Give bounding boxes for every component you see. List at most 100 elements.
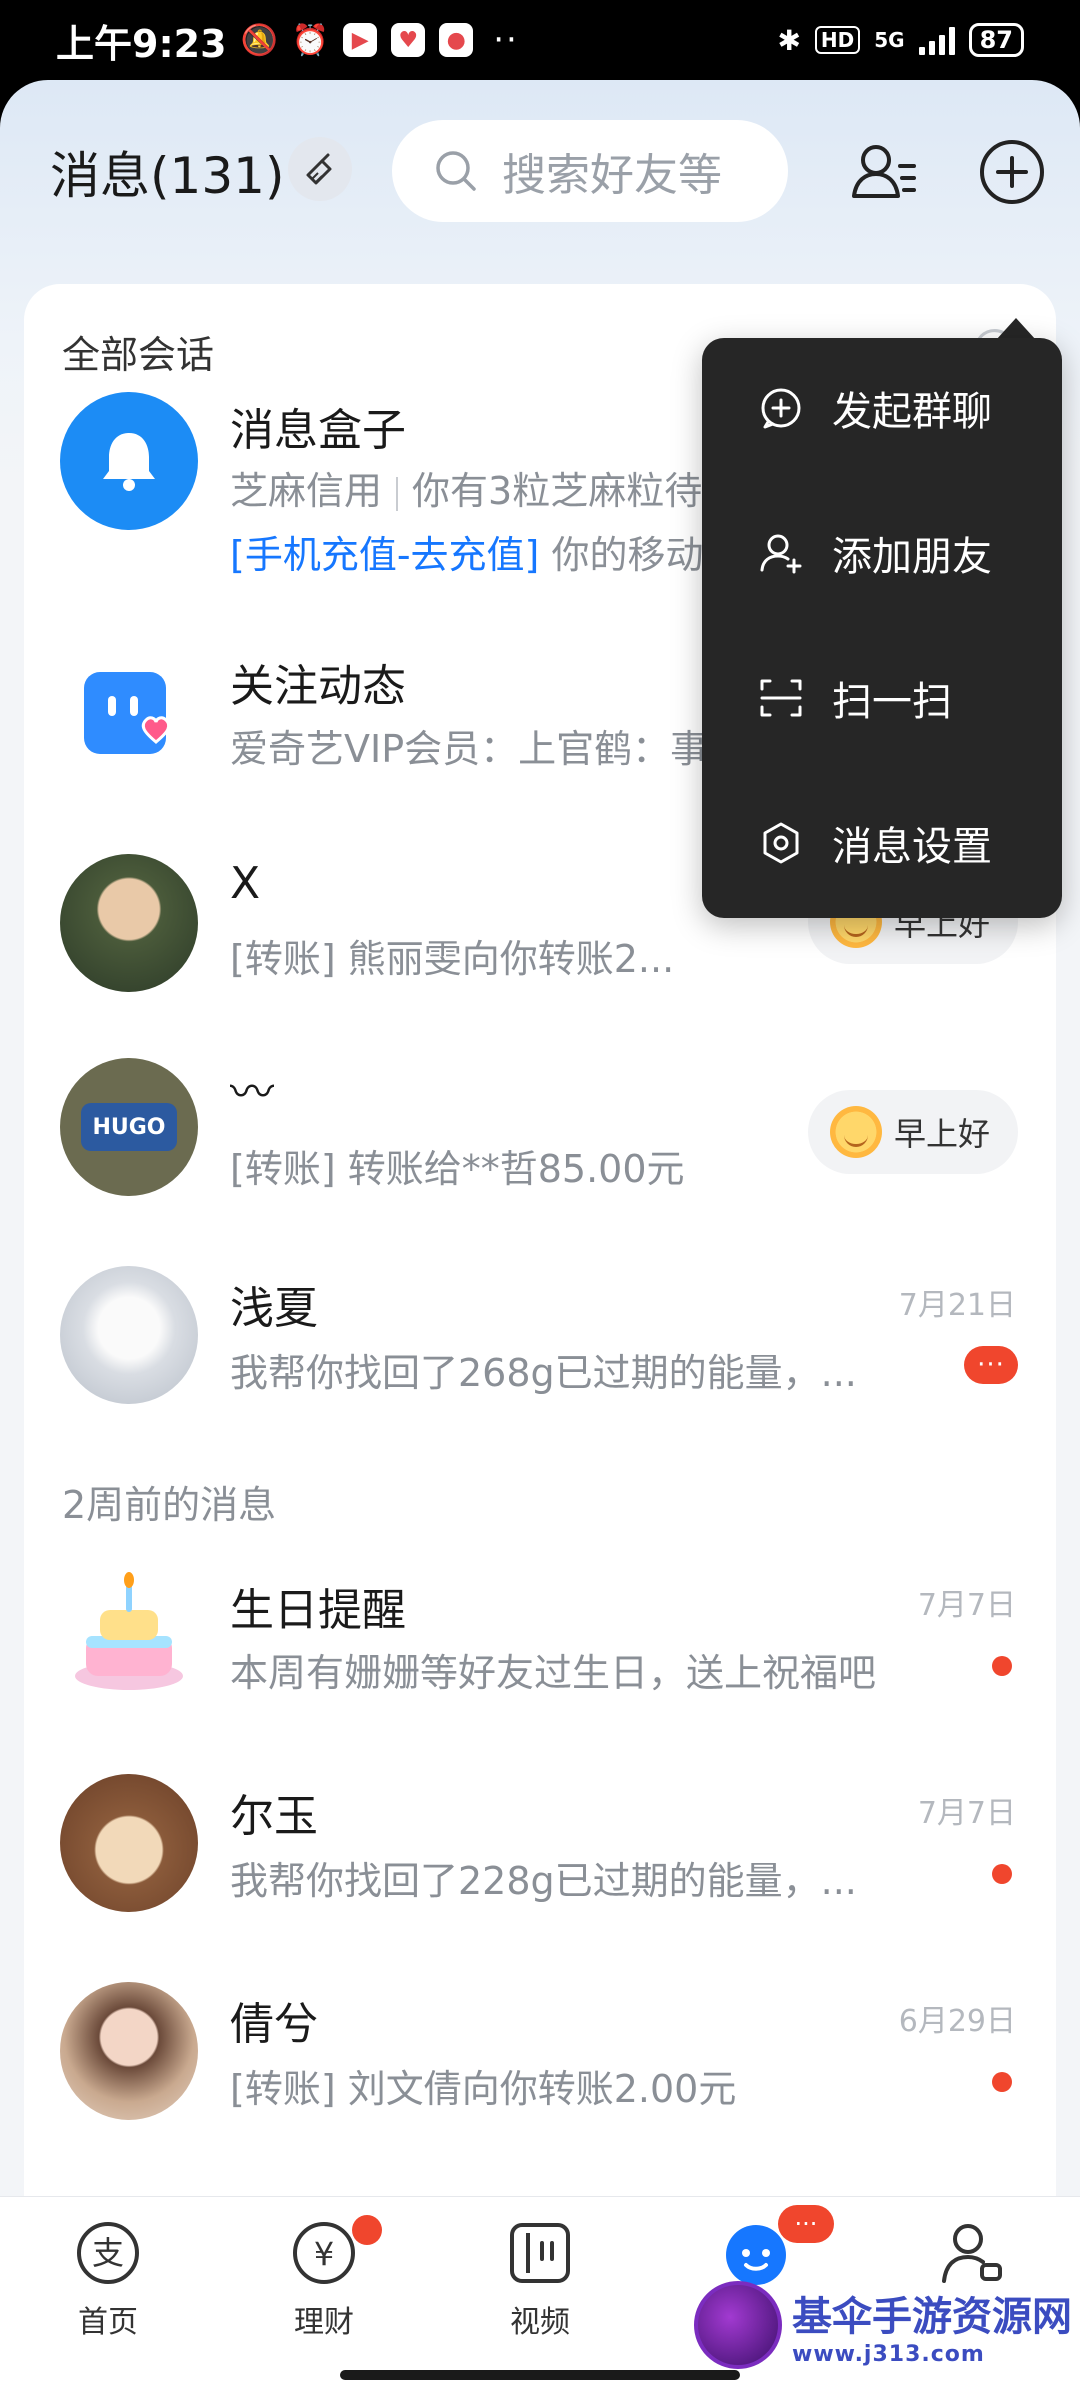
conversation-name: 倩兮 bbox=[230, 1999, 318, 2050]
more-actions-menu: 发起群聊 添加朋友 扫一扫 消息设置 bbox=[702, 338, 1062, 918]
menu-label: 扫一扫 bbox=[832, 679, 952, 725]
recharge-link[interactable]: [手机充值-去充值] bbox=[230, 533, 539, 577]
menu-label: 消息设置 bbox=[832, 824, 992, 870]
nav-label: 理财 bbox=[294, 2305, 354, 2340]
nav-label: 视频 bbox=[510, 2305, 570, 2340]
birthday-cake-icon bbox=[75, 1572, 183, 1690]
conversation-subtitle: [转账] 转账给**哲85.00元 bbox=[230, 1147, 685, 1191]
avatar bbox=[60, 392, 198, 530]
search-placeholder: 搜索好友等 bbox=[502, 150, 722, 201]
top-bar: 消息(131) 搜索好友等 bbox=[0, 80, 1080, 260]
conversation-time: 7月21日 bbox=[898, 1288, 1016, 1323]
divider bbox=[396, 476, 399, 511]
avatar bbox=[60, 1566, 198, 1704]
conversation-time: 6月29日 bbox=[898, 2004, 1016, 2039]
menu-arrow bbox=[996, 318, 1036, 340]
watermark-text: 基伞手游资源网 www.j313.com bbox=[792, 2284, 1072, 2367]
avatar bbox=[60, 1266, 198, 1404]
video-app-icon: ▶ bbox=[343, 23, 378, 57]
home-indicator[interactable] bbox=[340, 2370, 740, 2380]
search-icon bbox=[436, 151, 476, 191]
list-item-birthday[interactable]: 生日提醒 本周有姗姗等好友过生日，送上祝福吧 7月7日 bbox=[24, 1544, 1056, 1754]
menu-item-group-chat[interactable]: 发起群聊 bbox=[702, 338, 1062, 478]
nav-label: 首页 bbox=[78, 2305, 138, 2340]
conversation-subtitle: 本周有姗姗等好友过生日，送上祝福吧 bbox=[230, 1651, 877, 1695]
avatar: HUGO bbox=[60, 1058, 198, 1196]
bluetooth-icon: ✱ bbox=[777, 23, 801, 57]
list-item-eryu[interactable]: 尔玉 我帮你找回了228g已过期的能量，... 7月7日 bbox=[24, 1752, 1056, 1962]
profile-icon bbox=[942, 2224, 1002, 2283]
watermark: 基伞手游资源网 www.j313.com bbox=[694, 2281, 1072, 2369]
search-input[interactable]: 搜索好友等 bbox=[392, 120, 788, 222]
greeting-button[interactable]: 早上好 bbox=[807, 1090, 1018, 1174]
avatar bbox=[60, 1982, 198, 2120]
conversation-name: 浅夏 bbox=[230, 1283, 318, 1334]
unread-dot bbox=[992, 2072, 1012, 2092]
watermark-title: 基伞手游资源网 bbox=[792, 2293, 1072, 2340]
unread-dot bbox=[992, 1864, 1012, 1884]
svg-text:¥: ¥ bbox=[314, 2235, 334, 2273]
unread-dot bbox=[992, 1656, 1012, 1676]
add-friend-icon bbox=[760, 534, 802, 574]
source-label: 芝麻信用 bbox=[230, 469, 383, 513]
hugo-badge: HUGO bbox=[81, 1103, 177, 1151]
list-item-hugo[interactable]: HUGO 〰 [转账] 转账给**哲85.00元 早上好 bbox=[24, 1034, 1056, 1244]
menu-label: 发起群聊 bbox=[832, 389, 992, 435]
more-actions-button[interactable] bbox=[976, 136, 1048, 208]
status-time: 上午9:23 bbox=[56, 21, 227, 66]
conversation-name: X bbox=[230, 858, 261, 909]
avatar bbox=[60, 1774, 198, 1912]
menu-item-scan[interactable]: 扫一扫 bbox=[702, 628, 1062, 768]
conversation-name: 尔玉 bbox=[230, 1791, 318, 1842]
avatar bbox=[60, 644, 198, 782]
watermark-logo-icon bbox=[694, 2281, 782, 2369]
heart-app-icon: ♥ bbox=[391, 23, 426, 57]
nav-more-badge: ··· bbox=[778, 2205, 834, 2243]
battery-icon: 87 bbox=[968, 23, 1024, 57]
list-item-qianxi[interactable]: 倩兮 [转账] 刘文倩向你转账2.00元 6月29日 bbox=[24, 1960, 1056, 2170]
nav-home[interactable]: 支 首页 bbox=[48, 2219, 168, 2341]
status-bar: 上午9:23 🔕 ⏰ ▶ ♥ ● ·· ✱ HD 5G 87 bbox=[0, 0, 1080, 80]
more-notifications-icon: ·· bbox=[493, 20, 519, 60]
conversation-subtitle: 我帮你找回了228g已过期的能量，... bbox=[230, 1859, 857, 1903]
conversation-name: 关注动态 bbox=[230, 661, 406, 712]
menu-item-add-friend[interactable]: 添加朋友 bbox=[702, 483, 1062, 623]
conversation-name: 生日提醒 bbox=[230, 1585, 406, 1636]
conversation-subtitle: [转账] 熊丽雯向你转账2... bbox=[230, 937, 675, 981]
conversation-name: 消息盒子 bbox=[230, 405, 406, 456]
conversation-subtitle: 我帮你找回了268g已过期的能量，... bbox=[230, 1351, 857, 1395]
page-title: 消息(131) bbox=[50, 147, 285, 205]
svg-text:支: 支 bbox=[92, 2234, 124, 2272]
conversation-subtitle: 芝麻信用 你有3粒芝麻粒待收取 bbox=[230, 460, 778, 515]
nav-finance[interactable]: ¥ 理财 bbox=[264, 2215, 384, 2341]
greeting-label: 早上好 bbox=[893, 1115, 990, 1153]
menu-label: 添加朋友 bbox=[832, 534, 992, 580]
conversation-name: 〰 bbox=[230, 1067, 274, 1118]
contacts-button[interactable] bbox=[848, 136, 920, 208]
more-badge: ··· bbox=[964, 1346, 1018, 1384]
nav-badge-dot bbox=[352, 2215, 382, 2245]
settings-icon bbox=[763, 822, 799, 864]
messages-screen: 消息(131) 搜索好友等 全部会话 消息盒子 芝麻信用 你有3粒芝麻粒待收取 … bbox=[0, 80, 1080, 2400]
watermark-url: www.j313.com bbox=[792, 2341, 985, 2367]
plus-circle-icon bbox=[980, 140, 1044, 204]
status-left: 上午9:23 🔕 ⏰ ▶ ♥ ● ·· bbox=[56, 13, 519, 68]
alipay-home-icon: 支 bbox=[77, 2222, 139, 2284]
older-messages-label: 2周前的消息 bbox=[62, 1483, 277, 1527]
broom-icon bbox=[306, 153, 332, 185]
app-notification-icon: ● bbox=[439, 23, 474, 57]
mute-icon: 🔕 bbox=[240, 22, 278, 58]
menu-item-message-settings[interactable]: 消息设置 bbox=[702, 773, 1062, 913]
list-item-qianxia[interactable]: 浅夏 我帮你找回了268g已过期的能量，... 7月21日 ··· bbox=[24, 1244, 1056, 1454]
conversation-time: 7月7日 bbox=[917, 1796, 1016, 1831]
scan-icon bbox=[760, 679, 802, 717]
status-right: ✱ HD 5G 87 bbox=[777, 23, 1024, 57]
video-icon bbox=[510, 2223, 570, 2283]
nav-profile[interactable] bbox=[912, 2219, 1032, 2287]
contacts-icon bbox=[852, 145, 916, 198]
clear-unread-button[interactable] bbox=[288, 137, 352, 201]
conversation-time: 7月7日 bbox=[917, 1588, 1016, 1623]
nav-video[interactable]: 视频 bbox=[480, 2219, 600, 2341]
bell-icon bbox=[103, 433, 155, 491]
hd-icon: HD bbox=[814, 26, 861, 54]
